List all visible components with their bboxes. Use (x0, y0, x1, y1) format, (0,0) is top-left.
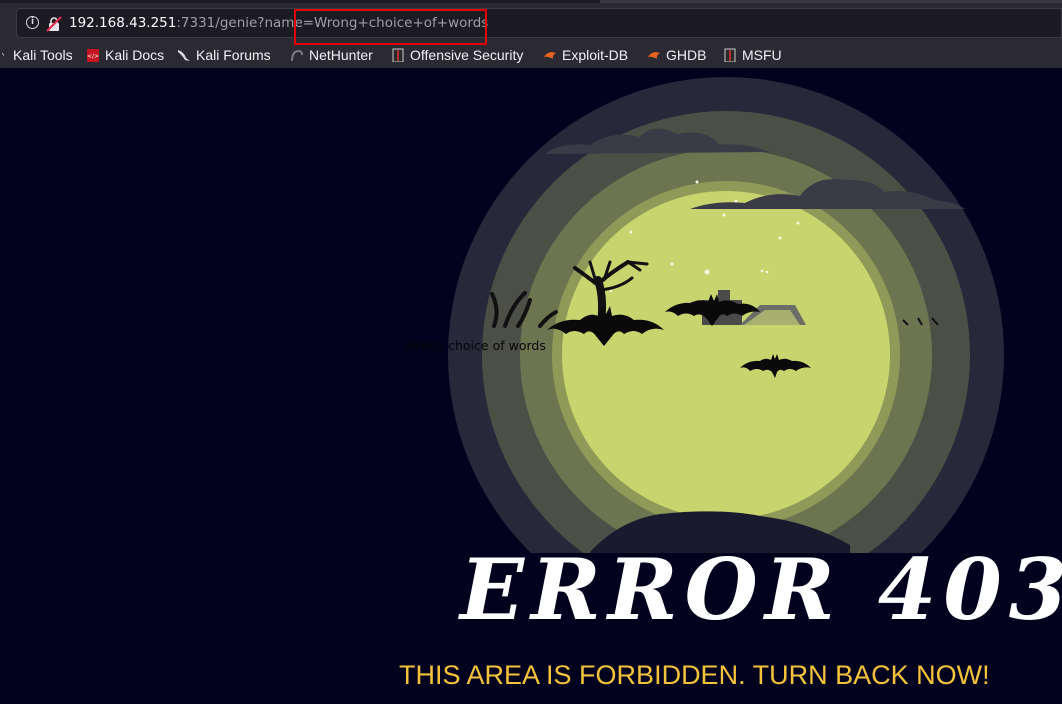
bookmark-nethunter[interactable]: NetHunter (290, 44, 373, 66)
moon (562, 191, 890, 519)
kali-dragon-icon (178, 50, 190, 61)
bookmark-kali-forums[interactable]: Kali Forums (177, 44, 271, 66)
bookmark-label: Kali Tools (13, 47, 73, 63)
error-title: ERROR 403 (460, 540, 1062, 639)
bookmark-kali-docs[interactable]: </> Kali Docs (86, 44, 164, 66)
bookmark-offensive-security[interactable]: Offensive Security (391, 44, 523, 66)
bookmark-label: NetHunter (309, 47, 373, 63)
svg-text:</>: </> (87, 53, 99, 60)
nethunter-icon (291, 49, 303, 62)
kali-dragon-icon (2, 52, 5, 56)
annotation-highlight-box (294, 9, 487, 45)
genie-name-output: Wrong choice of words (404, 338, 546, 353)
exploit-db-icon (544, 52, 556, 59)
ghdb-icon (648, 52, 660, 59)
info-icon[interactable]: i (26, 16, 39, 29)
browser-chrome: i 192.168.43.251:7331/genie?name=Wrong+c… (0, 0, 1062, 68)
bookmark-kali-tools[interactable]: Kali Tools (2, 44, 73, 66)
insecure-lock-icon[interactable] (46, 16, 62, 32)
bookmark-label: Offensive Security (410, 47, 524, 63)
bookmark-ghdb[interactable]: GHDB (647, 44, 706, 66)
bookmark-label: MSFU (742, 47, 782, 63)
error-subtitle: THIS AREA IS FORBIDDEN. TURN BACK NOW! (399, 660, 990, 690)
bookmark-label: GHDB (666, 47, 707, 63)
bookmark-label: Exploit-DB (562, 47, 629, 63)
bookmark-msfu[interactable]: MSFU (723, 44, 782, 66)
bookmark-exploit-db[interactable]: Exploit-DB (543, 44, 628, 66)
url-host: 192.168.43.251 (69, 15, 177, 31)
address-bar[interactable]: i 192.168.43.251:7331/genie?name=Wrong+c… (16, 8, 1062, 38)
tab-strip (0, 0, 1062, 3)
bookmark-label: Kali Docs (105, 47, 165, 63)
msfu-icon (724, 48, 736, 62)
bookmark-label: Kali Forums (196, 47, 271, 63)
offsec-icon (392, 48, 404, 62)
kali-docs-icon: </> (87, 49, 99, 62)
